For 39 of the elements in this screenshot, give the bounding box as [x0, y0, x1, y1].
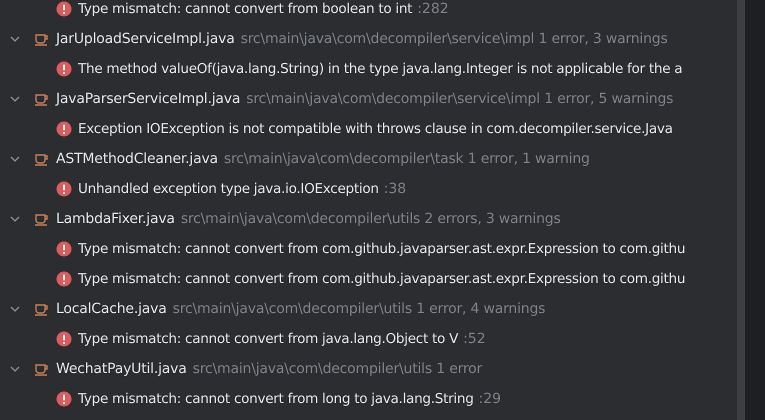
problem-message[interactable]: The method valueOf(java.lang.String) in the type java.lang.Integer is not applicable for the a [78, 61, 682, 77]
problem-message[interactable]: Type mismatch: cannot convert from java.lang.Object to V [78, 331, 458, 347]
file-name[interactable]: LambdaFixer.java [56, 211, 175, 227]
problem-count: 1 error [435, 361, 482, 377]
problem-count: 2 errors, 3 warnings [423, 211, 561, 227]
error-icon [56, 241, 72, 257]
problem-message[interactable]: Type mismatch: cannot convert from com.github.javaparser.ast.expr.Expression to com.githu [78, 241, 686, 257]
file-path: src\main\java\com\decompiler\task [224, 151, 464, 167]
file-name[interactable]: JavaParserServiceImpl.java [56, 91, 240, 107]
problem-count: 1 error, 3 warnings [538, 31, 668, 47]
problem-message[interactable]: Unhandled exception type java.io.IOException [78, 181, 379, 197]
file-path: src\main\java\com\decompiler\utils [172, 301, 412, 317]
file-name[interactable]: ASTMethodCleaner.java [56, 151, 218, 167]
problem-count: 1 error, 5 warnings [543, 91, 674, 107]
scrollbar[interactable] [737, 0, 745, 420]
problem-message[interactable]: Exception IOException is not compatible with throws clause in com.decompiler.service.Java [78, 121, 673, 137]
problem-message[interactable]: Type mismatch: cannot convert from boolean to int [78, 1, 412, 17]
line-number: :52 [463, 331, 486, 347]
problem-count: 1 error, 1 warning [466, 151, 590, 167]
error-icon [56, 271, 72, 287]
line-number: :282 [417, 1, 449, 17]
error-icon [56, 1, 72, 17]
error-icon [56, 331, 72, 347]
file-name[interactable]: WechatPayUtil.java [56, 361, 187, 377]
file-path: src\main\java\com\decompiler\utils [192, 361, 432, 377]
problem-message[interactable]: Type mismatch: cannot convert from long to java.lang.String [78, 391, 474, 407]
problem-count: 1 error, 4 warnings [415, 301, 546, 317]
file-path: src\main\java\com\decompiler\utils [180, 211, 420, 227]
file-name[interactable]: JarUploadServiceImpl.java [56, 31, 235, 47]
error-icon [56, 181, 72, 197]
file-name[interactable]: LocalCache.java [56, 301, 167, 317]
line-number: :38 [384, 181, 406, 197]
error-icon [56, 121, 72, 137]
problem-message[interactable]: Type mismatch: cannot convert from com.github.javaparser.ast.expr.Expression to com.githu [78, 271, 686, 287]
error-icon [56, 61, 72, 77]
file-path: src\main\java\com\decompiler\service\impl [240, 31, 534, 47]
file-path: src\main\java\com\decompiler\service\impl [246, 91, 540, 107]
error-icon [56, 391, 72, 407]
line-number: :29 [478, 391, 502, 407]
